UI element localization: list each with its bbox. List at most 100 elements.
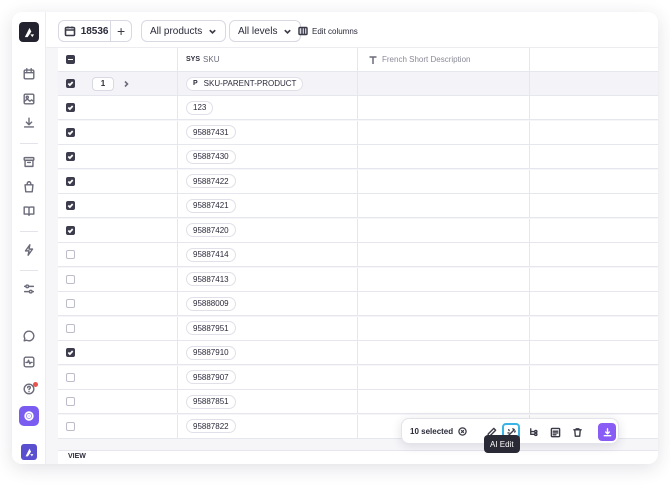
parent-product-row[interactable]: 1 P SKU-PARENT-PRODUCT xyxy=(58,72,658,96)
products-filter-label: All products xyxy=(150,25,203,37)
french-desc-cell[interactable] xyxy=(358,96,530,119)
table-row[interactable]: 95888009 xyxy=(58,292,658,316)
chat-icon[interactable] xyxy=(21,328,37,344)
french-desc-cell[interactable] xyxy=(358,365,530,389)
bag-icon[interactable] xyxy=(21,179,37,195)
app-logo[interactable] xyxy=(19,22,39,42)
sku-value: 123 xyxy=(186,100,214,115)
view-label[interactable]: VIEW xyxy=(68,453,86,460)
select-cell xyxy=(58,316,178,340)
chevron-right-icon[interactable] xyxy=(122,80,130,88)
sku-column-header[interactable]: SYS SKU xyxy=(178,48,358,71)
sku-cell[interactable]: 95887430 xyxy=(178,145,358,168)
table-row[interactable]: 95887421 xyxy=(58,194,658,218)
row-checkbox[interactable] xyxy=(66,250,75,259)
sku-cell[interactable]: 95887951 xyxy=(178,316,358,340)
calendar-icon[interactable] xyxy=(21,66,37,82)
list-button[interactable] xyxy=(546,423,564,441)
french-desc-cell[interactable] xyxy=(358,120,530,144)
table-row[interactable]: 95887414 xyxy=(58,243,658,267)
hierarchy-button[interactable] xyxy=(524,423,542,441)
download-icon[interactable] xyxy=(21,115,37,131)
french-desc-cell[interactable] xyxy=(358,169,530,193)
french-desc-cell[interactable] xyxy=(358,72,530,95)
table-row[interactable]: 95887431 xyxy=(58,120,658,145)
sku-cell[interactable]: 95887851 xyxy=(178,390,358,413)
french-desc-cell[interactable] xyxy=(358,194,530,217)
french-desc-cell[interactable] xyxy=(358,292,530,315)
sku-cell[interactable]: P SKU-PARENT-PRODUCT xyxy=(178,72,358,95)
export-button[interactable] xyxy=(598,423,616,441)
sku-cell[interactable]: 95887421 xyxy=(178,194,358,217)
french-desc-cell[interactable] xyxy=(358,316,530,340)
french-desc-column-header[interactable]: French Short Description xyxy=(358,48,530,71)
workspace-logo[interactable] xyxy=(21,444,37,460)
row-checkbox[interactable] xyxy=(66,274,75,284)
row-checkbox[interactable] xyxy=(66,103,75,112)
row-checkbox[interactable] xyxy=(66,176,75,186)
edit-columns-label: Edit columns xyxy=(312,26,358,36)
table-row[interactable]: 95887422 xyxy=(58,169,658,194)
row-checkbox[interactable] xyxy=(66,397,75,406)
table-row[interactable]: 95887851 xyxy=(58,390,658,414)
table-row[interactable]: 95887951 xyxy=(58,316,658,341)
table-row[interactable]: 95887430 xyxy=(58,145,658,169)
table-row[interactable]: 95887910 xyxy=(58,341,658,365)
add-product-button[interactable]: + xyxy=(110,21,131,41)
bolt-icon[interactable] xyxy=(21,242,37,258)
sku-cell[interactable]: 95887420 xyxy=(178,218,358,242)
image-icon[interactable] xyxy=(21,91,37,107)
row-checkbox[interactable] xyxy=(66,79,75,88)
sku-cell[interactable]: 123 xyxy=(178,96,358,119)
products-filter-dropdown[interactable]: All products xyxy=(141,20,227,42)
french-desc-cell[interactable] xyxy=(358,243,530,266)
book-icon[interactable] xyxy=(21,203,37,219)
french-desc-cell[interactable] xyxy=(358,145,530,168)
sku-cell[interactable]: 95887414 xyxy=(178,243,358,266)
row-checkbox[interactable] xyxy=(66,372,75,382)
row-checkbox[interactable] xyxy=(66,225,75,235)
sku-value: 95887910 xyxy=(186,345,236,360)
settings-icon[interactable] xyxy=(19,406,39,426)
sku-cell[interactable]: 95887910 xyxy=(178,341,358,364)
row-checkbox[interactable] xyxy=(66,348,75,357)
table-row[interactable]: 95887907 xyxy=(58,365,658,390)
row-checkbox[interactable] xyxy=(66,127,75,137)
edit-columns-button[interactable]: Edit columns xyxy=(298,20,358,42)
row-checkbox[interactable] xyxy=(66,299,75,308)
activity-icon[interactable] xyxy=(21,354,37,370)
sku-value: 95887420 xyxy=(186,223,236,237)
row-checkbox[interactable] xyxy=(66,152,75,161)
sidebar-divider xyxy=(20,231,38,232)
empty-cell xyxy=(530,366,658,389)
select-all-checkbox[interactable] xyxy=(66,55,75,64)
product-count-box: 18536 + xyxy=(58,20,132,42)
select-cell xyxy=(58,120,178,144)
french-desc-cell[interactable] xyxy=(358,390,530,413)
view-strip: VIEW xyxy=(58,450,658,464)
select-cell xyxy=(58,96,178,119)
delete-button[interactable] xyxy=(568,423,586,441)
sku-cell[interactable]: 95887907 xyxy=(178,365,358,389)
sku-pill: P SKU-PARENT-PRODUCT xyxy=(186,76,304,91)
sku-cell[interactable]: 95887413 xyxy=(178,267,358,291)
ai-edit-tooltip: AI Edit xyxy=(484,435,520,453)
sku-cell[interactable]: 95887431 xyxy=(178,120,358,144)
archive-icon[interactable] xyxy=(21,154,37,170)
table-row[interactable]: 95887413 xyxy=(58,267,658,292)
row-checkbox[interactable] xyxy=(66,201,75,210)
levels-filter-dropdown[interactable]: All levels xyxy=(229,20,302,42)
table-row[interactable]: 123 xyxy=(58,96,658,120)
french-desc-cell[interactable] xyxy=(358,267,530,291)
sku-cell[interactable]: 95887822 xyxy=(178,414,358,438)
sliders-icon[interactable] xyxy=(21,281,37,297)
row-checkbox[interactable] xyxy=(66,421,75,431)
french-desc-cell[interactable] xyxy=(358,218,530,242)
table-row[interactable]: 95887420 xyxy=(58,218,658,243)
sku-cell[interactable]: 95888009 xyxy=(178,292,358,315)
row-checkbox[interactable] xyxy=(66,323,75,333)
empty-column-header xyxy=(530,48,658,71)
sku-cell[interactable]: 95887422 xyxy=(178,169,358,193)
french-desc-cell[interactable] xyxy=(358,341,530,364)
clear-selection-icon[interactable] xyxy=(458,426,467,436)
